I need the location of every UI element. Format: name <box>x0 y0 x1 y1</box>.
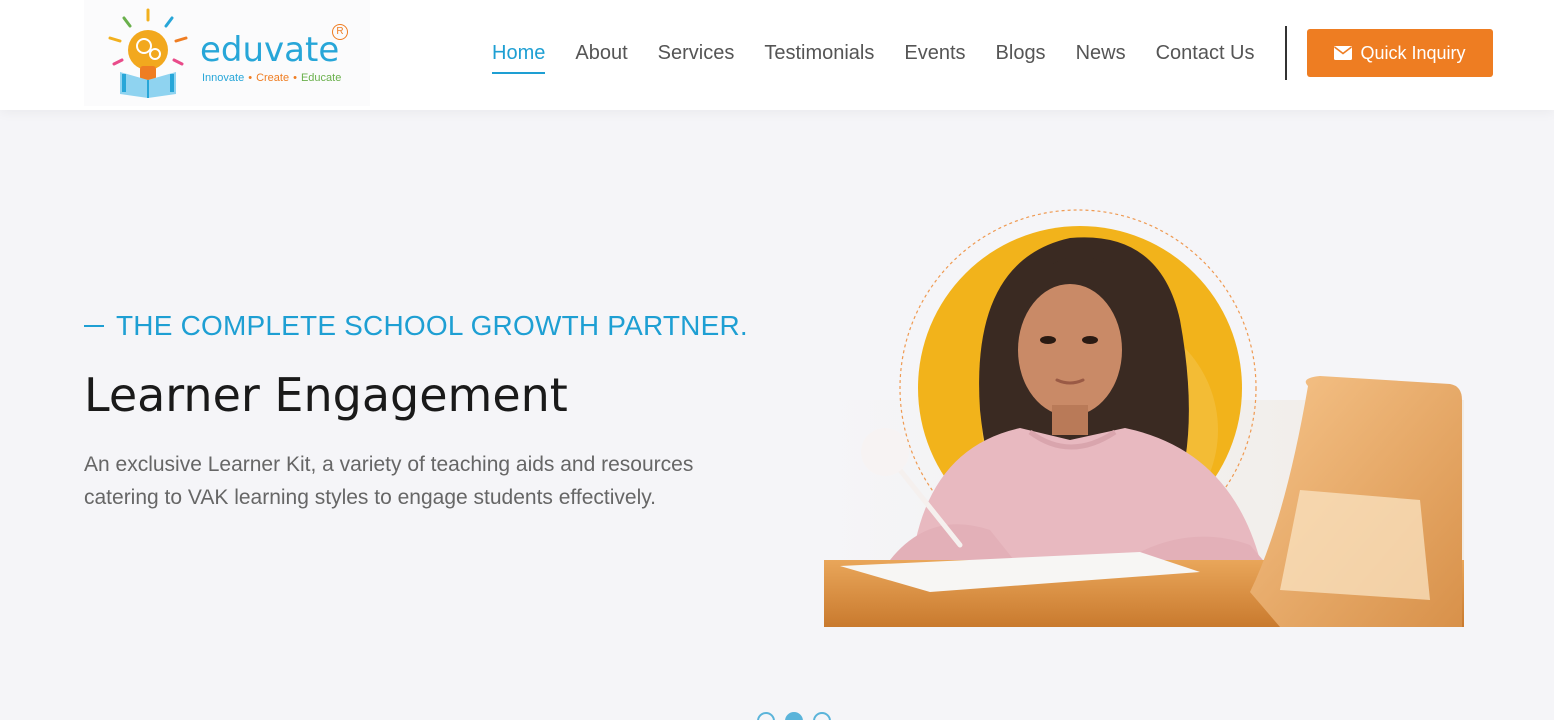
quick-inquiry-label: Quick Inquiry <box>1360 42 1466 63</box>
hero-student-illustration <box>824 209 1464 627</box>
hero-description: An exclusive Learner Kit, a variety of t… <box>84 453 694 509</box>
nav-testimonials[interactable]: Testimonials <box>764 40 874 66</box>
hero-kicker-text: THE COMPLETE SCHOOL GROWTH PARTNER. <box>116 310 748 341</box>
lightbulb-icon <box>108 8 188 98</box>
hero-kicker: THE COMPLETE SCHOOL GROWTH PARTNER. <box>84 310 748 342</box>
nav-contact-us[interactable]: Contact Us <box>1156 40 1255 66</box>
carousel-dot-3[interactable] <box>813 712 831 720</box>
nav-home[interactable]: Home <box>492 40 546 74</box>
kicker-dash <box>84 325 104 327</box>
nav-news[interactable]: News <box>1076 40 1126 66</box>
nav-about[interactable]: About <box>575 40 627 66</box>
tagline-separator: • <box>248 72 253 84</box>
brand-tagline: Innovate • Create • Educate <box>202 72 341 84</box>
tagline-educate: Educate <box>300 72 342 84</box>
brand-logo[interactable]: eduvate R Innovate • Create • Educate <box>84 0 370 106</box>
brand-name: eduvate <box>200 30 340 70</box>
nav-divider <box>1285 26 1287 80</box>
nav-blogs[interactable]: Blogs <box>996 40 1046 66</box>
nav-services[interactable]: Services <box>658 40 735 66</box>
carousel-dot-2[interactable] <box>785 712 803 720</box>
tagline-separator: • <box>293 72 297 84</box>
main-nav: Home About Services Testimonials Events … <box>492 40 1285 74</box>
site-header: eduvate R Innovate • Create • Educate Home A… <box>0 0 1554 110</box>
hero-title: Learner Engagement <box>84 368 568 422</box>
envelope-icon <box>1334 46 1353 60</box>
carousel-dot-1[interactable] <box>757 712 775 720</box>
quick-inquiry-button[interactable]: Quick Inquiry <box>1307 29 1493 77</box>
tagline-create: Create <box>256 72 290 84</box>
nav-events[interactable]: Events <box>904 40 965 66</box>
registered-mark: R <box>332 24 348 40</box>
carousel-dots <box>757 712 831 720</box>
tagline-innovate: Innovate <box>202 72 245 84</box>
